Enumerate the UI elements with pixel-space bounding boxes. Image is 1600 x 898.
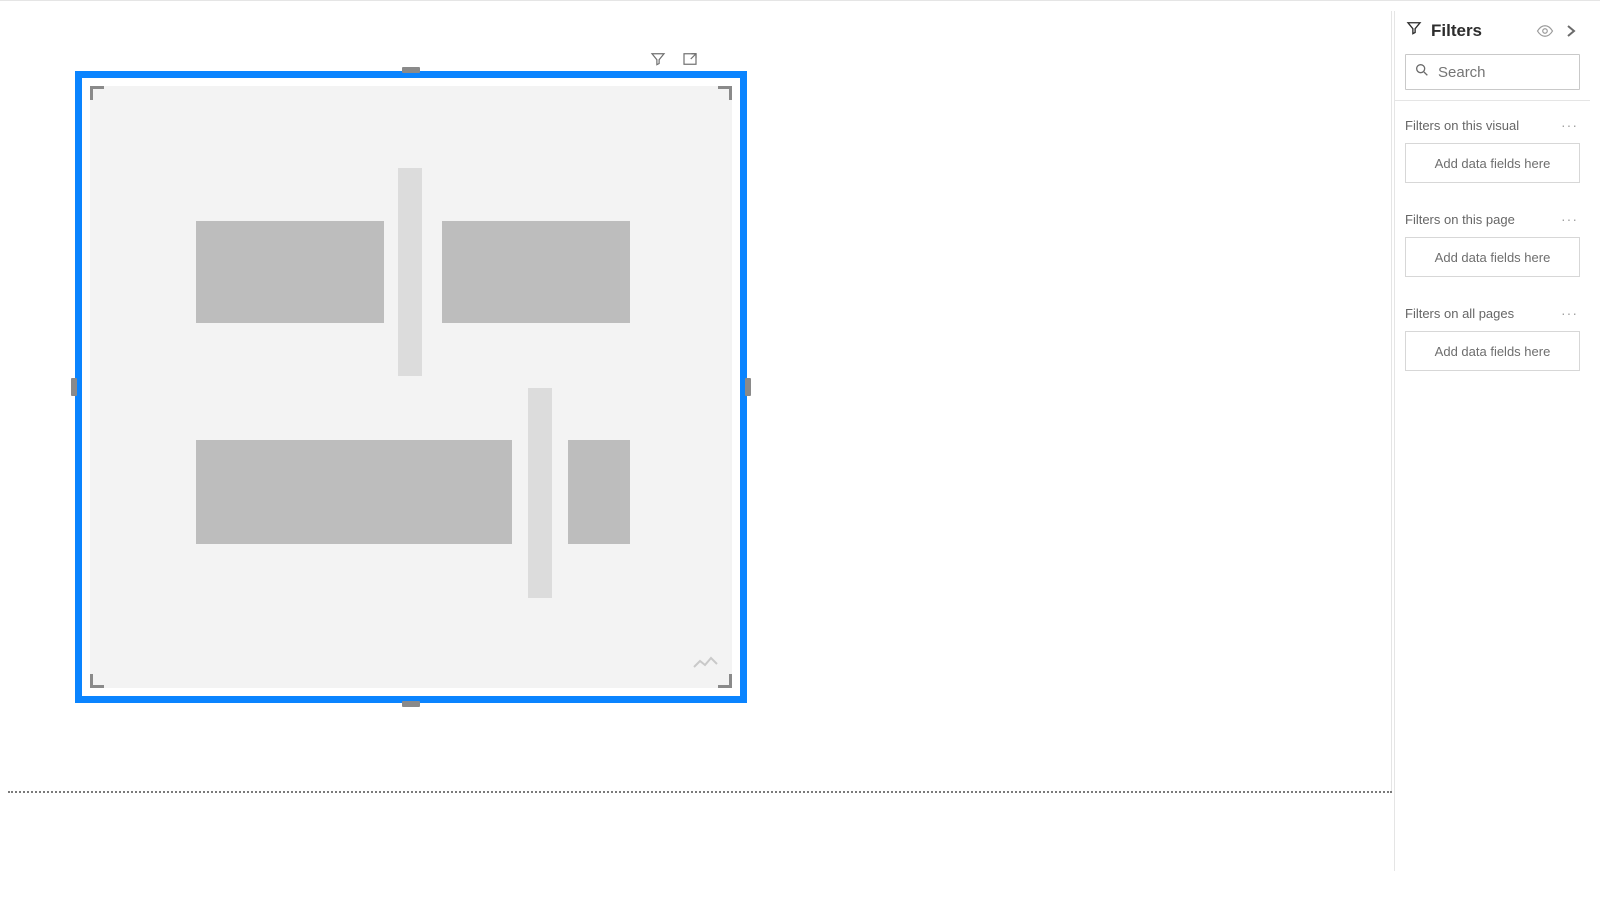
resize-handle-top[interactable]	[402, 67, 420, 73]
focus-mode-icon[interactable]	[680, 49, 700, 69]
filter-section-page: Filters on this page ··· Add data fields…	[1395, 201, 1590, 295]
section-title: Filters on this visual	[1405, 118, 1519, 133]
visual-toolbar	[648, 49, 732, 69]
more-options-icon[interactable]	[712, 49, 732, 69]
corner-mark	[90, 86, 104, 100]
filters-search[interactable]	[1405, 54, 1580, 90]
filter-icon[interactable]	[648, 49, 668, 69]
placeholder-block	[528, 388, 552, 598]
filter-dropzone[interactable]: Add data fields here	[1405, 143, 1580, 183]
visibility-icon[interactable]	[1536, 22, 1554, 40]
report-canvas[interactable]	[8, 11, 1392, 791]
search-icon	[1414, 62, 1430, 83]
app-root: I Filters	[0, 0, 1600, 898]
watermark-icon	[692, 655, 720, 676]
filters-panel: Filters	[1394, 11, 1590, 871]
resize-handle-right[interactable]	[745, 378, 751, 396]
selected-visual[interactable]	[75, 71, 747, 703]
filters-title: Filters	[1431, 21, 1528, 41]
visual-placeholder	[90, 86, 732, 688]
dropzone-label: Add data fields here	[1435, 156, 1551, 171]
resize-handle-bottom[interactable]	[402, 701, 420, 707]
dropzone-label: Add data fields here	[1435, 344, 1551, 359]
section-more-icon[interactable]: ···	[1559, 117, 1580, 133]
placeholder-block	[196, 440, 512, 544]
filter-section-visual: Filters on this visual ··· Add data fiel…	[1395, 107, 1590, 201]
resize-handle-left[interactable]	[71, 378, 77, 396]
corner-mark	[90, 674, 104, 688]
dropzone-label: Add data fields here	[1435, 250, 1551, 265]
placeholder-block	[196, 221, 384, 323]
search-input[interactable]	[1438, 64, 1571, 81]
divider	[1395, 100, 1590, 101]
filter-dropzone[interactable]: Add data fields here	[1405, 237, 1580, 277]
filter-dropzone[interactable]: Add data fields here	[1405, 331, 1580, 371]
section-title: Filters on all pages	[1405, 306, 1514, 321]
section-more-icon[interactable]: ···	[1559, 211, 1580, 227]
placeholder-block	[568, 440, 630, 544]
filter-icon	[1405, 19, 1423, 42]
filter-section-all-pages: Filters on all pages ··· Add data fields…	[1395, 295, 1590, 389]
placeholder-block	[442, 221, 630, 323]
corner-mark	[718, 674, 732, 688]
page-separator	[8, 791, 1392, 793]
section-more-icon[interactable]: ···	[1559, 305, 1580, 321]
section-title: Filters on this page	[1405, 212, 1515, 227]
filters-header: Filters	[1395, 11, 1590, 50]
collapse-panel-icon[interactable]	[1562, 22, 1580, 40]
placeholder-block	[398, 168, 422, 376]
corner-mark	[718, 86, 732, 100]
